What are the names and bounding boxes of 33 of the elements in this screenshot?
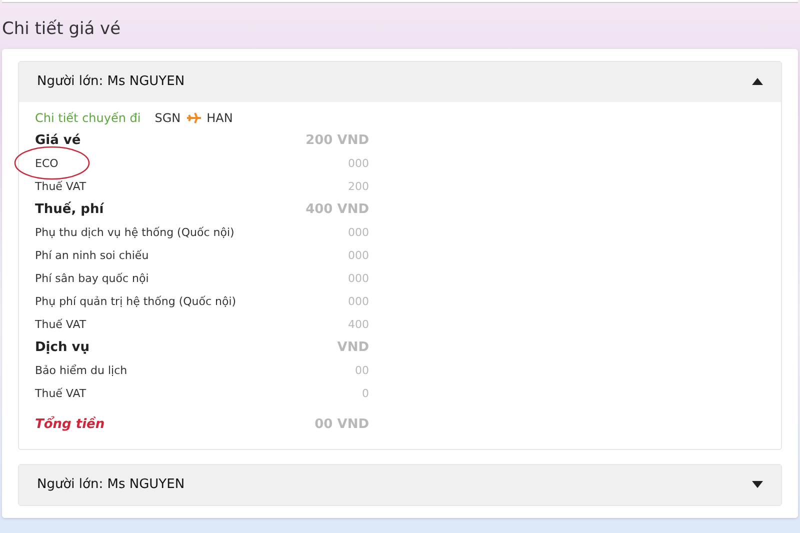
passenger-header[interactable]: Người lớn: Ms NGUYEN — [19, 62, 781, 102]
fee-label: Bảo hiểm du lịch — [35, 362, 128, 379]
trip-label: Chi tiết chuyến đi — [35, 110, 141, 126]
fee-value: 200 — [348, 178, 369, 195]
fee-value: 400 — [348, 316, 369, 333]
origin-code: SGN — [154, 110, 181, 126]
fee-value: 000 — [348, 156, 369, 172]
fee-label: Thuế, phí — [35, 200, 104, 220]
fee-label: Phụ thu dịch vụ hệ thống (Quốc nội) — [35, 224, 234, 241]
destination-code: HAN — [206, 110, 233, 126]
plane-icon — [186, 112, 201, 124]
passenger-header[interactable]: Người lớn: Ms NGUYEN — [19, 464, 781, 504]
fee-value: 000 — [348, 248, 369, 264]
fee-label: Dịch vụ — [35, 339, 90, 358]
fee-label: Tổng tiền — [35, 415, 105, 434]
fee-value: 000 — [348, 224, 369, 241]
fee-label: Thuế VAT — [35, 316, 86, 333]
page-title: Chi tiết giá vé — [2, 18, 121, 41]
fee-value: 200 VND — [306, 132, 369, 150]
fee-label: Phí an ninh soi chiếu — [35, 248, 149, 264]
fee-label: Phí sân bay quốc nội — [35, 270, 149, 287]
fee-value: 000 — [348, 294, 369, 310]
fee-value: 000 — [348, 270, 369, 287]
fee-value: 00 — [355, 362, 369, 379]
fee-value: VND — [337, 339, 369, 358]
fee-label: Giá vé — [35, 132, 81, 150]
fee-value: 0 — [362, 386, 369, 402]
fee-label: Phụ phí quản trị hệ thống (Quốc nội) — [35, 294, 236, 310]
fee-label: Thuế VAT — [35, 386, 86, 402]
fee-value: 400 VND — [306, 201, 369, 220]
fee-label: Thuế VAT — [35, 178, 86, 195]
fee-value: 00 VND — [314, 416, 369, 434]
fee-label: ECO — [35, 156, 58, 172]
